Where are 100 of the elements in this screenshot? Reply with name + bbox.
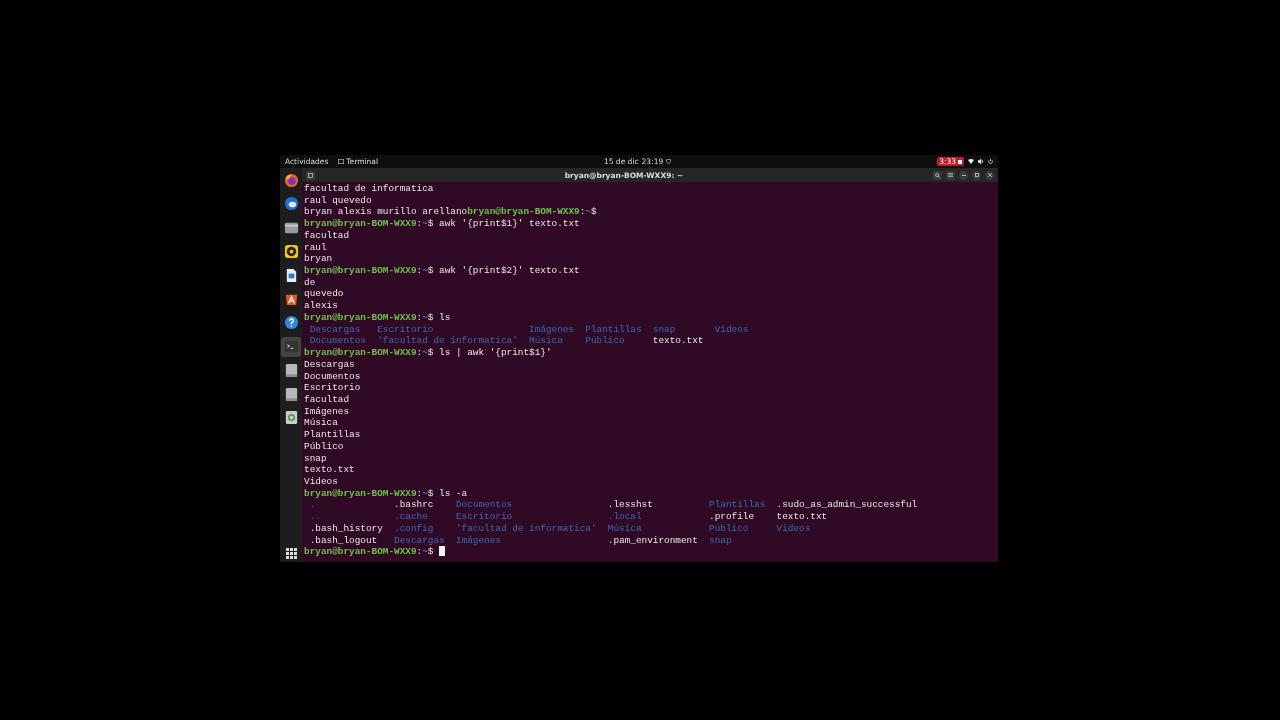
command-text: awk '{print$2}' texto.txt bbox=[439, 265, 580, 277]
prompt-sign: $ bbox=[427, 347, 434, 359]
output-line: Público bbox=[304, 440, 345, 453]
directory-name: Videos bbox=[776, 522, 812, 535]
prompt-sign: $ bbox=[427, 546, 434, 558]
output-line: Documentos bbox=[304, 370, 362, 383]
directory-name: Música bbox=[529, 335, 564, 348]
prompt-separator: : bbox=[416, 546, 423, 558]
prompt-sign: $ bbox=[590, 206, 597, 218]
directory-name: Plantillas bbox=[709, 499, 766, 512]
command-text: ls | awk '{print$1}' bbox=[439, 347, 552, 359]
output-line: facultad bbox=[304, 393, 350, 406]
prompt-user-host: bryan@bryan-BOM-WXX9 bbox=[304, 218, 417, 230]
directory-name: Descargas bbox=[309, 323, 362, 336]
prompt-path: ~ bbox=[422, 347, 428, 359]
speaker-icon bbox=[283, 243, 299, 259]
prompt-path: ~ bbox=[422, 311, 428, 323]
trash-icon bbox=[283, 410, 299, 426]
prompt-path: ~ bbox=[422, 546, 428, 558]
drive-icon bbox=[283, 386, 299, 402]
power-icon[interactable] bbox=[988, 159, 993, 164]
prompt-separator: : bbox=[416, 265, 423, 277]
directory-name: .. bbox=[309, 511, 322, 523]
directory-name: Público bbox=[585, 335, 626, 348]
file-name: .bashrc bbox=[394, 499, 435, 512]
prompt-sign: $ bbox=[427, 218, 434, 230]
window-icon bbox=[338, 159, 345, 164]
menu-button[interactable] bbox=[946, 170, 955, 180]
bird-icon bbox=[283, 196, 299, 212]
directory-name: Música bbox=[607, 522, 643, 535]
terminal-icon bbox=[283, 339, 299, 355]
output-line: raul quevedo bbox=[304, 194, 373, 207]
directory-name: Plantillas bbox=[585, 323, 642, 336]
volume-icon[interactable] bbox=[978, 159, 984, 164]
minimize-button[interactable] bbox=[959, 170, 968, 180]
output-line: de bbox=[304, 276, 317, 289]
output-line: bryan bbox=[304, 253, 334, 266]
output-line: alexis bbox=[304, 300, 339, 312]
prompt-path: ~ bbox=[422, 265, 428, 277]
prompt-user-host: bryan@bryan-BOM-WXX9 bbox=[304, 265, 417, 277]
drive-icon bbox=[283, 362, 299, 378]
menu-icon bbox=[948, 173, 953, 177]
prompt-sign: $ bbox=[427, 311, 434, 323]
output-line: Videos bbox=[304, 475, 339, 488]
stop-icon bbox=[958, 159, 962, 164]
file-name: .bash_history bbox=[309, 522, 383, 535]
file-name: .lesshst bbox=[607, 499, 654, 512]
prompt-separator: : bbox=[416, 311, 423, 323]
prompt-sign: $ bbox=[427, 265, 434, 277]
directory-name: Escritorio bbox=[455, 511, 514, 523]
prompt-user-host: bryan@bryan-BOM-WXX9 bbox=[304, 347, 417, 359]
prompt-user-host: bryan@bryan-BOM-WXX9 bbox=[304, 311, 417, 323]
app-grid-icon[interactable] bbox=[285, 548, 297, 559]
folder-icon bbox=[283, 220, 299, 236]
directory-name: Descargas bbox=[394, 534, 445, 547]
directory-name: snap bbox=[709, 534, 733, 547]
prompt-separator: : bbox=[416, 347, 423, 359]
output-line: facultad de informatica bbox=[304, 183, 435, 195]
directory-name: .local bbox=[607, 511, 643, 523]
help-icon bbox=[283, 315, 299, 331]
close-icon bbox=[987, 173, 992, 177]
directory-name: Imágenes bbox=[529, 323, 575, 336]
directory-name: . bbox=[309, 499, 317, 512]
new-tab-icon bbox=[308, 172, 313, 178]
command-text: ls -a bbox=[439, 487, 468, 499]
prompt-separator: : bbox=[579, 206, 586, 218]
file-name: .pam_environment bbox=[607, 534, 698, 547]
output-line: facultad bbox=[304, 229, 350, 242]
prompt-user-host: bryan@bryan-BOM-WXX9 bbox=[304, 487, 417, 499]
directory-name: 'facultad de informatica' bbox=[377, 335, 518, 348]
output-line: Plantillas bbox=[304, 429, 362, 441]
directory-name: Documentos bbox=[309, 335, 366, 348]
directory-name: Imágenes bbox=[455, 534, 502, 547]
prompt-sign: $ bbox=[427, 487, 434, 499]
directory-name: 'facultad de informatica' bbox=[455, 522, 597, 535]
output-line: Descargas bbox=[304, 358, 356, 371]
directory-name: .cache bbox=[394, 511, 429, 523]
directory-name: .config bbox=[394, 522, 435, 535]
prompt-user-host: bryan@bryan-BOM-WXX9 bbox=[467, 206, 580, 218]
output-line: Imágenes bbox=[304, 405, 350, 418]
search-button[interactable] bbox=[933, 170, 942, 180]
globe-icon bbox=[283, 172, 299, 188]
output-line: quevedo bbox=[304, 288, 345, 301]
prompt-user-host: bryan@bryan-BOM-WXX9 bbox=[304, 546, 417, 558]
output-text: bryan alexis murillo arellano bbox=[304, 206, 468, 218]
maximize-icon bbox=[974, 173, 979, 177]
prompt-path: ~ bbox=[585, 206, 591, 218]
minimize-icon bbox=[961, 174, 966, 176]
directory-name: Escritorio bbox=[377, 323, 435, 336]
output-line: snap bbox=[304, 452, 328, 465]
wifi-icon[interactable] bbox=[968, 159, 974, 164]
file-name: .bash_logout bbox=[309, 534, 379, 547]
prompt-separator: : bbox=[416, 487, 423, 499]
new-tab-button[interactable] bbox=[306, 170, 315, 180]
directory-name: Documentos bbox=[455, 499, 514, 512]
output-line: texto.txt bbox=[304, 464, 356, 476]
prompt-path: ~ bbox=[422, 487, 428, 499]
close-button[interactable] bbox=[985, 170, 994, 180]
command-text: ls bbox=[439, 311, 451, 323]
maximize-button[interactable] bbox=[972, 170, 981, 180]
